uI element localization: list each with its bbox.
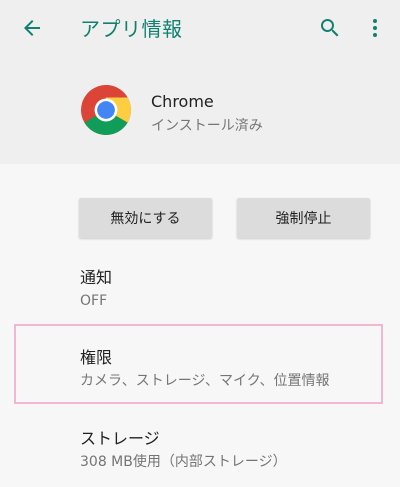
notifications-summary: OFF	[80, 293, 108, 309]
notifications-item[interactable]: 通知 OFF	[80, 268, 112, 310]
storage-summary: 308 MB使用（内部ストレージ）	[80, 454, 287, 470]
arrow-back-icon	[24, 20, 40, 36]
app-info-content: 無効にする 強制停止 通知 OFF 権限 カメラ、ストレージ、マイク、位置情報 …	[0, 164, 400, 487]
storage-title: ストレージ	[80, 429, 160, 448]
permissions-item[interactable]: 権限 カメラ、ストレージ、マイク、位置情報	[80, 348, 329, 390]
chrome-logo-icon	[81, 85, 131, 135]
page-title: アプリ情報	[80, 17, 183, 41]
permissions-title: 権限	[80, 348, 113, 367]
app-name: Chrome	[151, 92, 214, 111]
back-button[interactable]	[14, 12, 50, 44]
force-stop-button[interactable]: 強制停止	[237, 198, 370, 238]
search-icon	[321, 19, 339, 37]
notifications-title: 通知	[80, 268, 113, 287]
storage-item[interactable]: ストレージ 308 MB使用（内部ストレージ）	[80, 429, 287, 471]
app-install-status: インストール済み	[151, 118, 263, 134]
app-bar: アプリ情報	[0, 0, 400, 56]
more-options-button[interactable]	[360, 12, 390, 44]
permissions-summary: カメラ、ストレージ、マイク、位置情報	[80, 373, 330, 389]
search-button[interactable]	[314, 12, 346, 44]
disable-button[interactable]: 無効にする	[79, 198, 212, 238]
app-header: Chrome インストール済み	[0, 56, 400, 164]
more-vert-icon	[373, 19, 377, 37]
